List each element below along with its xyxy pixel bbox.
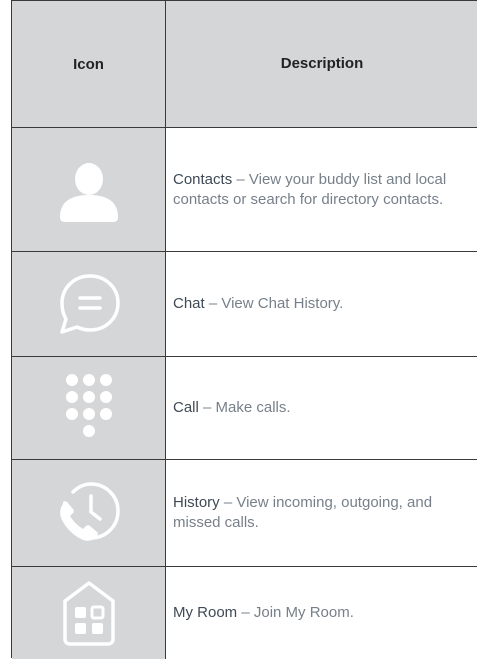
history-term: History [173, 494, 220, 511]
header-description-label: Description [280, 55, 364, 72]
my-room-house-icon [62, 581, 115, 646]
history-description: History – View incoming, outgoing, and m… [173, 493, 477, 533]
table-row-history: History – View incoming, outgoing, and m… [12, 460, 477, 567]
header-description-cell: Description [166, 1, 477, 127]
contacts-term: Contacts [173, 170, 233, 188]
chat-description: Chat – View Chat History. [173, 294, 343, 314]
table-row-call: Call – Make calls. [12, 357, 477, 460]
my-room-description-cell: My Room – Join My Room. [166, 567, 477, 659]
contacts-icon-cell [12, 128, 166, 251]
call-description-cell: Call – Make calls. [166, 357, 477, 459]
my-room-description: My Room – Join My Room. [173, 603, 354, 623]
chat-description-cell: Chat – View Chat History. [166, 252, 477, 356]
my-room-text: – Join My Room. [237, 604, 354, 621]
contacts-description: Contacts – View your buddy list and loca… [173, 170, 477, 210]
table-row-contacts: Contacts – View your buddy list and loca… [12, 128, 477, 252]
table-row-chat: Chat – View Chat History. [12, 252, 477, 357]
history-clock-phone-icon [59, 482, 120, 541]
chat-icon-cell [12, 252, 166, 356]
contacts-person-icon [59, 162, 118, 222]
my-room-icon-cell [12, 567, 166, 659]
call-description: Call – Make calls. [173, 398, 291, 418]
header-icon-cell: Icon [12, 1, 166, 127]
call-icon-cell [12, 357, 166, 459]
my-room-term: My Room [173, 604, 238, 621]
table-header-row: Icon Description [12, 1, 477, 128]
chat-text: – View Chat History. [204, 295, 344, 312]
history-icon-cell [12, 460, 166, 566]
dialpad-icon [65, 374, 112, 437]
header-icon-label: Icon [73, 55, 104, 73]
chat-bubble-icon [59, 274, 120, 334]
contacts-description-cell: Contacts – View your buddy list and loca… [166, 128, 477, 251]
icon-description-table: Icon Description Contacts – View your bu… [11, 0, 477, 659]
call-text: – Make calls. [198, 399, 291, 416]
history-description-cell: History – View incoming, outgoing, and m… [166, 460, 477, 566]
call-term: Call [173, 399, 199, 416]
table-row-my-room: My Room – Join My Room. [12, 567, 477, 659]
chat-term: Chat [173, 295, 205, 312]
